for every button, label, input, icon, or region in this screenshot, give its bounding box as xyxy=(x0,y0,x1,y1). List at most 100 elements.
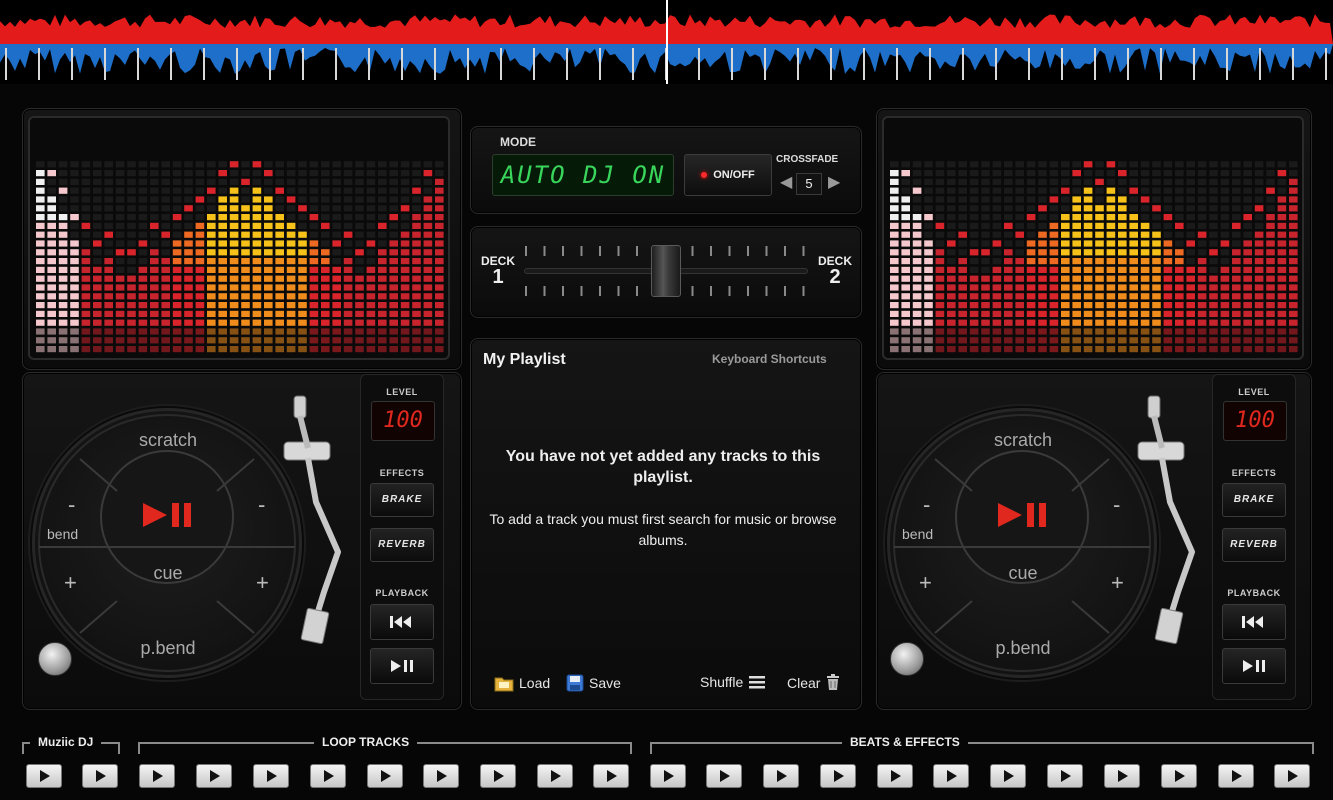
left-pitch-plus-button[interactable]: + xyxy=(256,570,269,596)
left-effects-title: EFFECTS xyxy=(379,468,425,478)
right-pitch-minus-button[interactable]: - xyxy=(1113,492,1120,518)
loop-play-button[interactable] xyxy=(367,764,403,788)
right-bend-minus-button[interactable]: - xyxy=(923,492,930,518)
left-skip-back-button[interactable] xyxy=(370,604,434,640)
left-level-display[interactable]: 100 xyxy=(371,401,435,441)
loop-play-button[interactable] xyxy=(1218,764,1254,788)
loop-play-button[interactable] xyxy=(933,764,969,788)
left-pitch-knob[interactable] xyxy=(38,642,72,676)
right-skip-back-button[interactable] xyxy=(1222,604,1286,640)
left-scratch-pad[interactable]: scratch xyxy=(108,430,228,451)
save-label: Save xyxy=(589,675,621,691)
status-led-icon xyxy=(701,172,708,179)
playlist-empty-message: You have not yet added any tracks to thi… xyxy=(505,448,821,486)
left-reverb-button[interactable]: REVERB xyxy=(370,528,434,562)
deck2-label: DECK 2 xyxy=(812,255,858,287)
right-pitch-knob[interactable] xyxy=(890,642,924,676)
right-pitch-plus-button[interactable]: + xyxy=(1111,570,1124,596)
left-pbend-pad[interactable]: p.bend xyxy=(108,638,228,659)
playlist-title: My Playlist xyxy=(483,351,566,368)
play-icon xyxy=(96,770,106,782)
keyboard-shortcuts-link[interactable]: Keyboard Shortcuts xyxy=(712,352,827,366)
loop-play-button[interactable] xyxy=(480,764,516,788)
loop-play-button[interactable] xyxy=(423,764,459,788)
clear-label: Clear xyxy=(787,674,821,691)
play-icon xyxy=(153,770,163,782)
right-playback-title: PLAYBACK xyxy=(1227,588,1281,598)
crossfader-handle[interactable] xyxy=(651,245,681,297)
crossfade-decrease-icon[interactable]: ◀ xyxy=(780,173,792,193)
loop-play-button[interactable] xyxy=(310,764,346,788)
right-brake-button[interactable]: BRAKE xyxy=(1222,483,1286,517)
auto-dj-toggle[interactable]: ON/OFF xyxy=(684,154,772,196)
play-icon xyxy=(437,770,447,782)
right-bend-plus-button[interactable]: + xyxy=(919,570,932,596)
muziic-dj-group-title: Muziic DJ xyxy=(30,735,102,749)
loop-play-button[interactable] xyxy=(253,764,289,788)
beats-effects-group-title: BEATS & EFFECTS xyxy=(842,735,968,749)
right-play-pause-button[interactable] xyxy=(953,470,1093,560)
right-cue-pad[interactable]: cue xyxy=(963,563,1083,584)
right-effects-title: EFFECTS xyxy=(1231,468,1277,478)
load-button[interactable]: Load xyxy=(494,674,550,692)
play-pause-icon xyxy=(998,503,1046,527)
right-pbend-pad[interactable]: p.bend xyxy=(963,638,1083,659)
crossfade-value[interactable]: 5 xyxy=(796,173,822,195)
loop-tracks-group-title: LOOP TRACKS xyxy=(314,735,418,749)
left-bend-minus-button[interactable]: - xyxy=(68,492,75,518)
left-tonearm[interactable] xyxy=(280,392,350,652)
loop-play-button[interactable] xyxy=(1047,764,1083,788)
loop-play-button[interactable] xyxy=(82,764,118,788)
crossfade-increase-icon[interactable]: ▶ xyxy=(828,173,840,193)
play-icon xyxy=(40,770,50,782)
save-disk-icon xyxy=(566,674,584,692)
left-playback-title: PLAYBACK xyxy=(375,588,429,598)
loop-play-button[interactable] xyxy=(1161,764,1197,788)
folder-icon xyxy=(494,677,514,692)
loop-play-button[interactable] xyxy=(139,764,175,788)
play-icon xyxy=(1232,770,1242,782)
save-button[interactable]: Save xyxy=(566,674,621,692)
loop-play-button[interactable] xyxy=(537,764,573,788)
left-bend-plus-button[interactable]: + xyxy=(64,570,77,596)
right-playback-play-pause-button[interactable] xyxy=(1222,648,1286,684)
right-scratch-pad[interactable]: scratch xyxy=(963,430,1083,451)
play-icon xyxy=(267,770,277,782)
loop-play-button[interactable] xyxy=(26,764,62,788)
left-playback-play-pause-button[interactable] xyxy=(370,648,434,684)
loop-play-button[interactable] xyxy=(820,764,856,788)
left-play-pause-button[interactable] xyxy=(98,470,238,560)
play-icon xyxy=(607,770,617,782)
play-icon xyxy=(324,770,334,782)
loop-play-button[interactable] xyxy=(877,764,913,788)
playlist-hint-message: To add a track you must first search for… xyxy=(489,511,837,548)
loop-play-button[interactable] xyxy=(593,764,629,788)
deck1-label: DECK 1 xyxy=(476,255,520,287)
waveform-overview[interactable] xyxy=(0,0,1333,84)
loop-play-button[interactable] xyxy=(763,764,799,788)
play-icon xyxy=(551,770,561,782)
left-bend-label: bend xyxy=(47,526,79,542)
left-brake-button[interactable]: BRAKE xyxy=(370,483,434,517)
right-tonearm[interactable] xyxy=(1134,392,1204,652)
play-icon xyxy=(891,770,901,782)
skip-back-icon xyxy=(1242,615,1263,628)
left-pitch-minus-button[interactable]: - xyxy=(258,492,265,518)
loop-play-button[interactable] xyxy=(650,764,686,788)
right-reverb-button[interactable]: REVERB xyxy=(1222,528,1286,562)
loop-play-button[interactable] xyxy=(1274,764,1310,788)
loop-play-button[interactable] xyxy=(706,764,742,788)
right-level-display[interactable]: 100 xyxy=(1223,401,1287,441)
play-pause-icon xyxy=(391,659,413,672)
left-spectrum-display xyxy=(28,116,450,360)
play-pause-icon xyxy=(1243,659,1265,672)
clear-button[interactable]: Clear xyxy=(787,674,841,691)
left-cue-pad[interactable]: cue xyxy=(108,563,228,584)
play-icon xyxy=(664,770,674,782)
play-pause-icon xyxy=(143,503,191,527)
shuffle-button[interactable]: Shuffle xyxy=(700,674,766,690)
trash-icon xyxy=(827,674,840,690)
loop-play-button[interactable] xyxy=(1104,764,1140,788)
loop-play-button[interactable] xyxy=(990,764,1026,788)
loop-play-button[interactable] xyxy=(196,764,232,788)
